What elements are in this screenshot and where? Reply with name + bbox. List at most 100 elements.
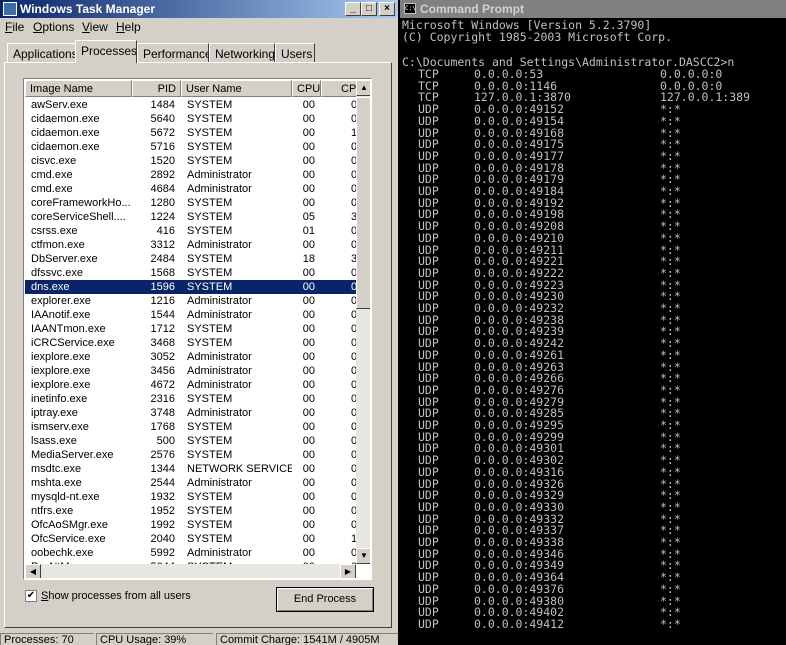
table-row[interactable]: cmd.exe2892Administrator000 <box>25 168 356 182</box>
scroll-right-arrow-icon[interactable]: ▶ <box>340 564 356 578</box>
minimize-button[interactable]: _ <box>345 2 361 16</box>
tab-processes[interactable]: Processes <box>75 40 137 63</box>
menu-options[interactable]: Options <box>33 20 74 34</box>
scroll-up-arrow-icon[interactable]: ▲ <box>356 80 370 96</box>
table-row[interactable]: csrss.exe 416 SYSTEM 01 0 <box>25 224 356 238</box>
table-row[interactable]: mysqld-nt.exe1932SYSTEM000 <box>25 490 356 504</box>
netstat-row: UDP 0.0.0.0:49299 *:* <box>402 431 786 443</box>
process-cpu: 00 <box>302 197 315 209</box>
netstat-row: TCP 127.0.0.1:3870 127.0.0.1:389 <box>402 91 786 103</box>
table-row[interactable]: cmd.exe4684Administrator000 <box>25 182 356 196</box>
process-user-name: SYSTEM <box>187 323 233 335</box>
process-image-name: MediaServer.exe <box>31 449 114 461</box>
menu-view[interactable]: View <box>82 20 108 34</box>
table-row[interactable]: ismserv.exe1768SYSTEM000 <box>25 420 356 434</box>
table-row[interactable]: ntfrs.exe1952SYSTEM000 <box>25 504 356 518</box>
status-commit-charge: Commit Charge: 1541M / 4905M <box>216 633 398 645</box>
process-image-name: iexplore.exe <box>31 365 91 377</box>
table-row[interactable]: cisvc.exe1520SYSTEM000 <box>25 154 356 168</box>
netstat-foreign-address: *:* <box>660 464 681 479</box>
table-row[interactable]: lsass.exe500SYSTEM000 <box>25 434 356 448</box>
process-cpu: 00 <box>302 127 315 139</box>
table-row[interactable]: iexplore.exe3052Administrator000 <box>25 350 356 364</box>
table-row[interactable]: oobechk.exe5992Administrator000 <box>25 546 356 560</box>
tab-applications[interactable]: Applications <box>7 43 78 62</box>
table-row[interactable]: msdtc.exe1344NETWORK SERVICE000 <box>25 462 356 476</box>
vertical-scrollbar[interactable]: ▲ ▼ <box>356 80 370 564</box>
scroll-left-arrow-icon[interactable]: ◀ <box>25 564 41 578</box>
tab-performance[interactable]: Performance <box>137 43 212 62</box>
table-row[interactable]: DbServer.exe 2484 SYSTEM 18 3 <box>25 252 356 266</box>
table-row[interactable]: iexplore.exe4672Administrator000 <box>25 378 356 392</box>
process-cpu-time: 0 <box>321 98 356 112</box>
table-row[interactable]: iCRCService.exe3468SYSTEM000 <box>25 336 356 350</box>
task-manager-window: Windows Task Manager _ □ × File Options … <box>0 0 398 645</box>
table-row[interactable]: dfssvc.exe1568SYSTEM000 <box>25 266 356 280</box>
process-cpu-time: 0 <box>321 518 356 532</box>
process-pid: 3456 <box>150 365 175 377</box>
process-pid: 1568 <box>150 267 175 279</box>
scroll-down-arrow-icon[interactable]: ▼ <box>356 548 370 564</box>
column-cpu[interactable]: CPU <box>292 80 321 97</box>
process-cpu-time: 0 <box>321 546 356 560</box>
show-all-users-label[interactable]: Show processes from all users <box>41 590 191 602</box>
netstat-row: UDP 0.0.0.0:49364 *:* <box>402 571 786 583</box>
column-pid[interactable]: PID <box>132 80 181 97</box>
table-row[interactable]: coreFrameworkHo...1280SYSTEM000 <box>25 196 356 210</box>
table-row[interactable]: iexplore.exe3456Administrator000 <box>25 364 356 378</box>
table-row[interactable]: MediaServer.exe2576SYSTEM000 <box>25 448 356 462</box>
status-bar: Processes: 70 CPU Usage: 39% Commit Char… <box>0 633 398 645</box>
tab-networking[interactable]: Networking <box>209 43 275 62</box>
process-cpu: 00 <box>302 435 315 447</box>
close-button[interactable]: × <box>379 2 395 16</box>
netstat-foreign-address: *:* <box>660 581 681 596</box>
netstat-row: UDP 0.0.0.0:49154 *:* <box>402 115 786 127</box>
process-image-name: cidaemon.exe <box>31 113 100 125</box>
process-pid: 5672 <box>150 127 175 139</box>
process-image-name: ntfrs.exe <box>31 505 74 517</box>
table-row[interactable]: iptray.exe3748Administrator000 <box>25 406 356 420</box>
process-cpu: 00 <box>302 463 315 475</box>
process-image-name: inetinfo.exe <box>31 393 88 405</box>
column-user-name[interactable]: User Name <box>181 80 292 97</box>
table-row[interactable]: mshta.exe2544Administrator000 <box>25 476 356 490</box>
netstat-row: UDP 0.0.0.0:49184 *:* <box>402 185 786 197</box>
table-row[interactable]: dns.exe1596SYSTEM000 <box>25 280 356 294</box>
table-row[interactable]: explorer.exe1216Administrator000 <box>25 294 356 308</box>
command-prompt-title-bar[interactable]: C:\ Command Prompt <box>400 0 786 18</box>
process-list[interactable]: Image Name PID User Name CPU CPI awServ.… <box>23 78 372 580</box>
process-cpu: 00 <box>302 309 315 321</box>
end-process-button[interactable]: End Process <box>276 587 374 612</box>
menu-help[interactable]: Help <box>116 20 141 34</box>
netstat-row: UDP 0.0.0.0:49192 *:* <box>402 197 786 209</box>
maximize-button[interactable]: □ <box>361 2 377 16</box>
column-image-name[interactable]: Image Name <box>25 80 132 97</box>
process-pid: 3468 <box>150 337 175 349</box>
netstat-row: UDP 0.0.0.0:49337 *:* <box>402 524 786 536</box>
netstat-local-address: 0.0.0.0:49316 <box>474 464 565 479</box>
table-row[interactable]: OfcService.exe 2040 SYSTEM 00 1 <box>25 532 356 546</box>
show-all-users-checkbox[interactable]: ✔ <box>25 590 37 602</box>
table-row[interactable]: IAANTmon.exe1712SYSTEM000 <box>25 322 356 336</box>
table-row[interactable]: ctfmon.exe3312Administrator000 <box>25 238 356 252</box>
tab-users[interactable]: Users <box>275 43 315 62</box>
scrollbar-thumb[interactable] <box>356 97 370 309</box>
menu-file[interactable]: File <box>5 20 24 34</box>
table-row[interactable]: coreServiceShell.... 1224 SYSTEM 05 3 <box>25 210 356 224</box>
table-row[interactable]: inetinfo.exe2316SYSTEM000 <box>25 392 356 406</box>
table-row[interactable]: OfcAoSMgr.exe1992SYSTEM000 <box>25 518 356 532</box>
process-cpu: 00 <box>302 239 315 251</box>
table-row[interactable]: cidaemon.exe5716SYSTEM000 <box>25 140 356 154</box>
netstat-row: UDP 0.0.0.0:49198 *:* <box>402 208 786 220</box>
column-cpu-time[interactable]: CPI <box>321 80 361 97</box>
table-row[interactable]: cidaemon.exe 5672 SYSTEM 00 1 <box>25 126 356 140</box>
task-manager-title-bar[interactable]: Windows Task Manager _ □ × <box>0 0 398 18</box>
netstat-foreign-address: *:* <box>660 616 681 631</box>
table-row[interactable]: cidaemon.exe5640SYSTEM000 <box>25 112 356 126</box>
table-row[interactable]: IAAnotif.exe1544Administrator000 <box>25 308 356 322</box>
process-user-name: SYSTEM <box>187 197 233 209</box>
process-cpu-time: 0 <box>321 140 356 154</box>
process-cpu: 00 <box>302 505 315 517</box>
table-row[interactable]: awServ.exe1484SYSTEM000 <box>25 98 356 112</box>
horizontal-scrollbar[interactable]: ◀ ▶ <box>25 564 356 578</box>
